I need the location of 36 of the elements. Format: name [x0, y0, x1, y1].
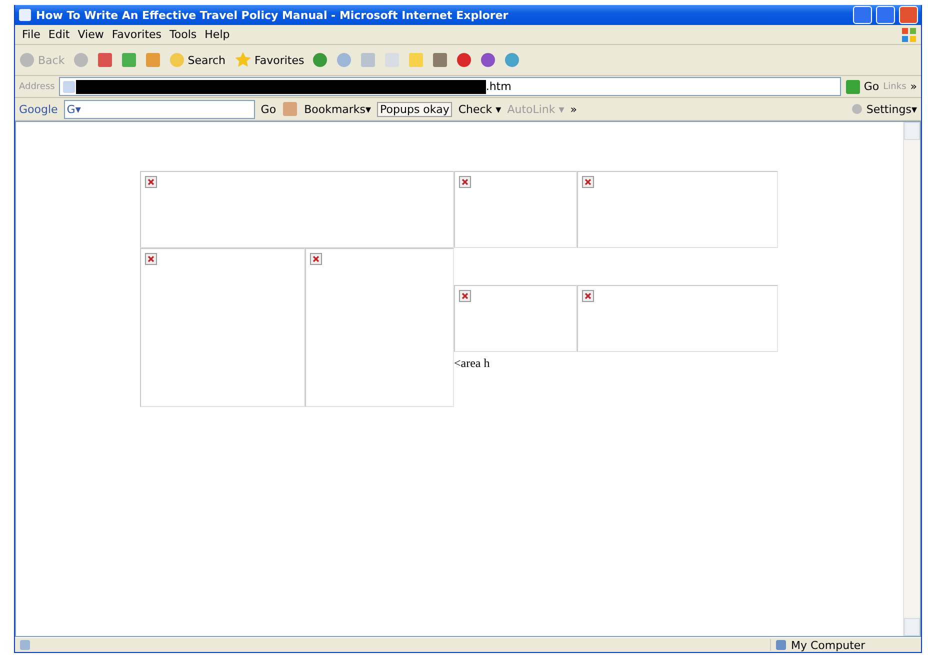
menu-item[interactable]: Tools: [166, 28, 200, 41]
maximize-button[interactable]: [876, 6, 895, 24]
broken-image-icon: [459, 176, 471, 188]
search-button[interactable]: Search: [168, 52, 226, 68]
popups-button[interactable]: Popups okay: [377, 102, 452, 116]
settings-button[interactable]: Settings▾: [851, 102, 917, 116]
broken-image-icon: [145, 253, 157, 265]
page-text: <area h: [454, 355, 490, 371]
bookmarks-button[interactable]: Bookmarks▾: [304, 102, 372, 116]
more-chevron[interactable]: »: [910, 80, 917, 93]
go-button[interactable]: Go: [844, 78, 880, 94]
star-icon: [234, 51, 252, 69]
menu-item[interactable]: View: [74, 28, 107, 41]
menu-item[interactable]: Favorites: [108, 28, 165, 41]
address-label: Address: [19, 82, 55, 92]
broken-image-icon: [582, 176, 594, 188]
minimize-button[interactable]: [853, 6, 872, 24]
more-chevron[interactable]: »: [570, 102, 578, 116]
zone-label: My Computer: [791, 638, 866, 652]
vertical-scrollbar[interactable]: [903, 122, 920, 636]
menu-item[interactable]: File: [19, 28, 44, 41]
address-field[interactable]: .htm: [58, 77, 841, 96]
menu-item[interactable]: Edit: [45, 28, 73, 41]
windows-logo-icon: [901, 26, 917, 42]
window-title: How To Write An Effective Travel Policy Manual - Microsoft Internet Explorer: [36, 8, 510, 22]
broken-image-icon: [459, 290, 471, 302]
broken-image-icon: [145, 176, 157, 188]
close-button[interactable]: [899, 6, 918, 24]
check-button[interactable]: Check ▾: [458, 102, 502, 116]
google-go-button[interactable]: Go: [260, 102, 276, 116]
broken-image-icon: [310, 253, 322, 265]
menu-item[interactable]: Help: [202, 28, 233, 41]
google-search-field[interactable]: G▾: [64, 100, 255, 118]
favorites-button[interactable]: Favorites: [234, 51, 304, 69]
broken-image-icon: [582, 290, 594, 302]
google-logo: Google: [19, 102, 58, 116]
